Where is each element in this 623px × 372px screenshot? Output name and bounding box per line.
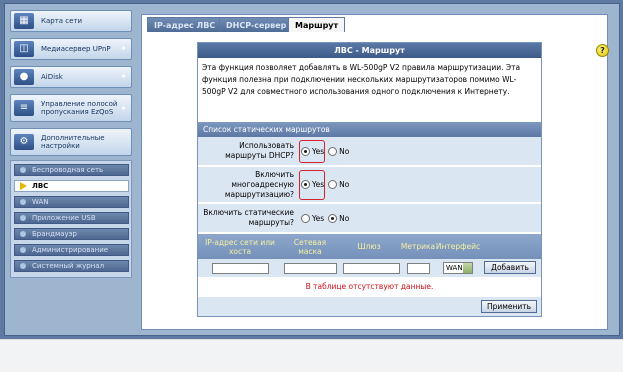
- radio-button[interactable]: [301, 213, 310, 223]
- menu-upnp-media-server[interactable]: ◫ Медиасервер UPnP ✦: [10, 38, 132, 60]
- panel-title: ЛВС - Маршрут: [198, 43, 541, 58]
- column-header-gateway: Шлюз: [357, 242, 381, 251]
- highlight-box: [299, 170, 325, 200]
- interface-select[interactable]: WAN: [443, 262, 473, 274]
- menu-label: Дополнительные настройки: [41, 134, 105, 150]
- submenu-label: Администрирование: [32, 246, 109, 254]
- bottom-strip: [0, 339, 623, 372]
- menu-label: Управление полосой пропускания EzQoS: [41, 100, 118, 116]
- radio-label: No: [339, 180, 350, 189]
- sparkle-icon: ✦: [120, 104, 127, 113]
- help-icon[interactable]: ?: [596, 44, 609, 57]
- radio-no-option[interactable]: No: [328, 180, 349, 189]
- bullet-icon: [20, 167, 26, 173]
- menu-label: Карта сети: [41, 17, 83, 25]
- apply-row: Применить: [198, 297, 541, 316]
- submenu-usb-application[interactable]: Приложение USB: [14, 212, 129, 224]
- submenu-system-log[interactable]: Системный журнал: [14, 260, 129, 272]
- arrow-right-icon: [20, 182, 27, 190]
- field-label: Включить статические маршруты?: [203, 208, 294, 227]
- netmask-input[interactable]: [284, 263, 337, 274]
- menu-label: AiDisk: [41, 73, 63, 81]
- menu-advanced-settings[interactable]: ⚙ Дополнительные настройки: [10, 128, 132, 156]
- network-map-icon: ▦: [14, 13, 34, 29]
- submenu-firewall[interactable]: Брандмауэр: [14, 228, 129, 240]
- tab-route[interactable]: Маршрут: [288, 17, 346, 32]
- aidisk-icon: ●: [14, 69, 34, 85]
- radio-label: No: [339, 146, 350, 156]
- radio-button[interactable]: [328, 146, 338, 156]
- interface-selected-value: WAN: [446, 264, 463, 272]
- submenu-wireless[interactable]: Беспроводная сеть: [14, 164, 129, 176]
- advanced-submenu: Беспроводная сеть ЛВС WAN Приложение USB…: [10, 160, 132, 278]
- ip-address-input[interactable]: [212, 263, 269, 274]
- column-header-interface: Интерфейс: [435, 242, 481, 251]
- field-label: Включить многоадресную маршрутизацию?: [224, 169, 294, 199]
- bullet-icon: [20, 247, 26, 253]
- routes-table-header: IP-адрес сети или хоста Сетевая маска Шл…: [198, 234, 541, 259]
- submenu-label: ЛВС: [32, 182, 49, 190]
- column-header-ip: IP-адрес сети или хоста: [205, 237, 275, 256]
- radio-label: Yes: [312, 213, 325, 223]
- bullet-icon: [20, 263, 26, 269]
- radio-no-option[interactable]: No: [328, 213, 350, 223]
- tab-lan-ip[interactable]: IP-адрес ЛВС: [147, 17, 223, 32]
- field-multicast-routing: Включить многоадресную маршрутизацию? Ye…: [198, 167, 541, 203]
- highlight-box: [299, 140, 325, 163]
- menu-ezqos[interactable]: ≡ Управление полосой пропускания EzQoS ✦: [10, 94, 132, 122]
- qos-icon: ≡: [14, 100, 34, 116]
- field-static-routes: Включить статические маршруты? Yes No: [198, 204, 541, 233]
- section-header: Список статических маршрутов: [198, 122, 541, 137]
- radio-button[interactable]: [328, 213, 338, 223]
- route-panel: ЛВС - Маршрут Эта функция позволяет доба…: [197, 42, 542, 317]
- sparkle-icon: ✦: [120, 72, 127, 81]
- submenu-wan[interactable]: WAN: [14, 196, 129, 208]
- column-header-netmask: Сетевая маска: [293, 237, 327, 256]
- radio-label: No: [339, 213, 350, 223]
- gateway-input[interactable]: [343, 263, 400, 274]
- tab-dhcp-server[interactable]: DHCP-сервер: [219, 17, 294, 32]
- sparkle-icon: ✦: [120, 44, 127, 53]
- menu-aidisk[interactable]: ● AiDisk ✦: [10, 66, 132, 88]
- media-server-icon: ◫: [14, 41, 34, 57]
- column-header-metric: Метрика: [400, 242, 436, 251]
- submenu-label: Приложение USB: [32, 214, 96, 222]
- submenu-label: WAN: [32, 198, 49, 206]
- field-use-dhcp-routes: Использовать маршруты DHCP? Yes No: [198, 137, 541, 166]
- chevron-down-icon: [463, 263, 472, 273]
- advanced-settings-icon: ⚙: [14, 134, 34, 150]
- menu-network-map[interactable]: ▦ Карта сети: [10, 10, 132, 32]
- empty-table-message: В таблице отсутствуют данные.: [198, 279, 541, 295]
- menu-label: Медиасервер UPnP: [41, 45, 111, 53]
- add-route-button[interactable]: Добавить: [484, 261, 536, 274]
- bullet-icon: [20, 215, 26, 221]
- submenu-label: Системный журнал: [32, 262, 105, 270]
- radio-button[interactable]: [328, 180, 338, 189]
- routes-table-input-row: WAN Добавить: [198, 259, 541, 277]
- metric-input[interactable]: [407, 263, 430, 274]
- submenu-administration[interactable]: Администрирование: [14, 244, 129, 256]
- apply-button[interactable]: Применить: [481, 300, 537, 313]
- bullet-icon: [20, 231, 26, 237]
- submenu-label: Беспроводная сеть: [32, 166, 104, 174]
- submenu-lan[interactable]: ЛВС: [14, 180, 129, 192]
- radio-no-option[interactable]: No: [328, 146, 350, 156]
- field-label: Использовать маршруты DHCP?: [225, 141, 294, 160]
- submenu-label: Брандмауэр: [32, 230, 77, 238]
- panel-description: Эта функция позволяет добавлять в WL-500…: [202, 63, 521, 96]
- bullet-icon: [20, 199, 26, 205]
- radio-yes-option[interactable]: Yes: [301, 213, 325, 223]
- field-options: Yes No: [301, 204, 353, 232]
